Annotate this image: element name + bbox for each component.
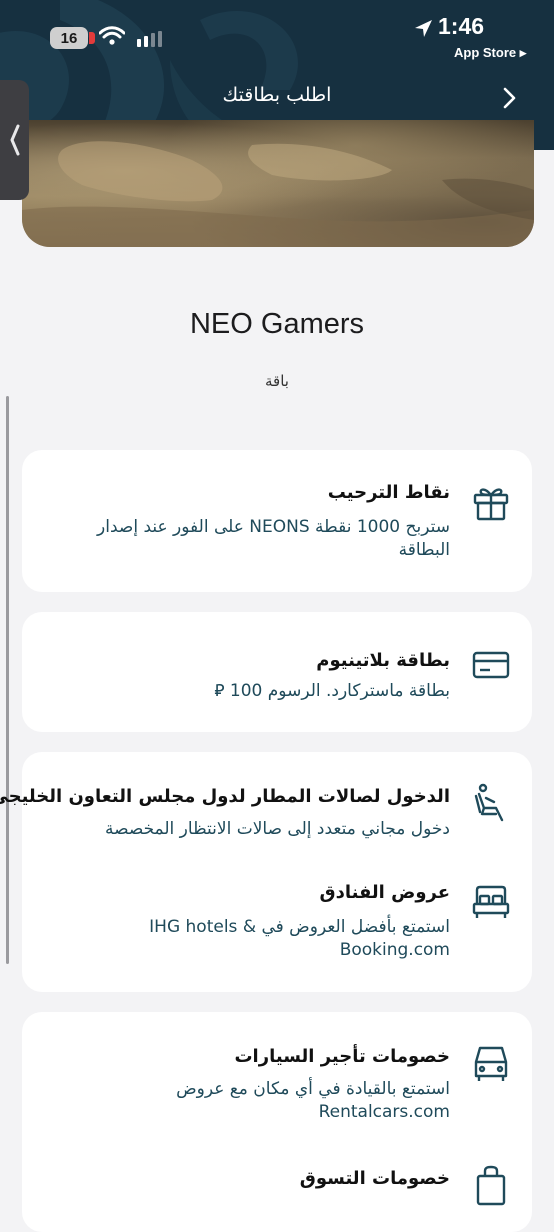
feature-title: خصومات تأجير السيارات [234,1046,450,1067]
product-subtitle: باقة [265,372,289,390]
clock: 1:46 [438,13,485,39]
battery-indicator: 16 [50,27,95,49]
gift-icon [473,488,509,521]
feature-title: عروض الفنادق [319,882,450,903]
feature-airport-lounges: الدخول لصالات المطار لدول مجلس التعاون ا… [0,752,532,852]
benefit-card: بطاقة بلاتينيوم بطاقة ماستركارد. الرسوم … [22,612,532,732]
feature-description: دخول مجاني متعدد إلى صالات الانتظار المخ… [104,819,450,839]
feature-car-rental: خصومات تأجير السيارات استمتع بالقيادة في… [22,1012,532,1142]
chevron-left-icon [10,124,20,156]
page-title: اطلب بطاقتك [222,84,332,106]
lounge-seat-icon [474,783,504,822]
feature-title: خصومات التسوق [299,1168,450,1189]
card-hero-image [22,120,534,247]
bed-icon [472,885,510,918]
feature-description: استمتع بالقيادة في أي مكان مع عروض Renta… [176,1079,450,1122]
credit-card-icon [472,651,510,679]
chevron-right-icon[interactable] [496,84,524,112]
car-icon [474,1046,508,1081]
benefit-card: نقاط الترحيب ستربح 1000 نقطة NEONS على ا… [22,450,532,592]
status-bar: 16 1:46 App Store ▸ [0,0,554,70]
side-handle[interactable] [0,80,29,200]
product-name: NEO Gamers [189,308,365,340]
feature-description: ستربح 1000 نقطة NEONS على الفور عند إصدا… [97,517,450,560]
feature-hotel-offers: عروض الفنادق استمتع بأفضل العروض في IHG … [22,864,532,992]
location-arrow-icon [415,20,432,37]
scrollbar[interactable] [6,396,9,964]
feature-description: استمتع بأفضل العروض في IHG hotels & Book… [149,917,450,960]
feature-shopping-discounts: خصومات التسوق [22,1152,532,1232]
feature-description: بطاقة ماستركارد. الرسوم 100 ⃁ [214,681,450,701]
feature-title: الدخول لصالات المطار لدول مجلس التعاون ا… [0,786,450,807]
signal-icon [137,31,162,47]
benefit-card: الدخول لصالات المطار لدول مجلس التعاون ا… [0,752,532,992]
feature-title: نقاط الترحيب [327,482,450,503]
feature-title: بطاقة بلاتينيوم [316,650,450,671]
benefit-card: خصومات تأجير السيارات استمتع بالقيادة في… [22,1012,532,1232]
feature-welcome-points: نقاط الترحيب ستربح 1000 نقطة NEONS على ا… [22,450,532,592]
wifi-icon [99,26,125,45]
back-to-app-store-link[interactable]: App Store ▸ [454,45,526,61]
feature-platinum-card: بطاقة بلاتينيوم بطاقة ماستركارد. الرسوم … [22,612,532,732]
